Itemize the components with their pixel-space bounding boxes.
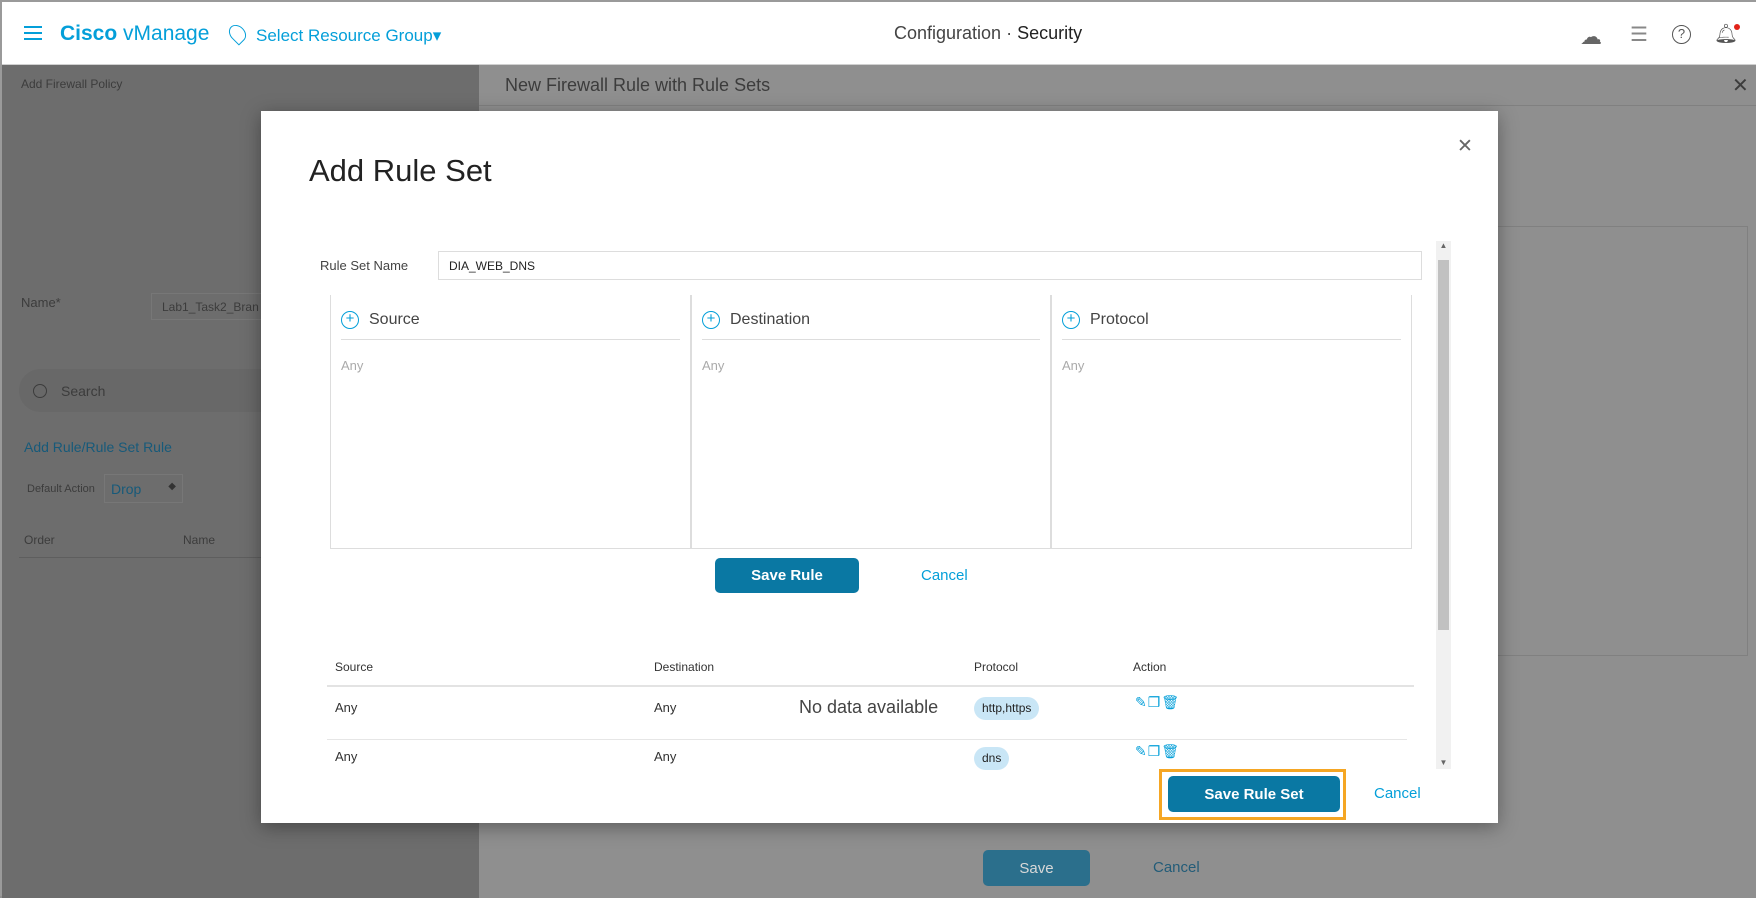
page-title: Configuration · Security [894,23,1083,43]
column-order[interactable]: Order [24,533,55,547]
name-input[interactable]: Lab1_Task2_Bran [151,293,271,320]
scrollbar-thumb[interactable] [1438,260,1449,630]
th-source: Source [335,660,374,674]
app-logo[interactable]: Cisco vManage [60,22,209,46]
row2-actions: ✎❐🗑︎ [1135,743,1180,760]
cancel-button[interactable]: Cancel [1153,859,1200,876]
menu-icon[interactable] [24,26,42,40]
default-action-label: Default Action [27,483,95,495]
edit-icon[interactable]: ✎ [1135,694,1148,710]
top-bar: Cisco vManage Select Resource Group▾ Con… [2,2,1756,65]
row2-protocol-badge: dns [974,747,1010,770]
background-box [1498,226,1748,656]
add-protocol-icon[interactable]: + [1062,311,1080,329]
th-destination: Destination [654,660,715,674]
divider [479,105,1756,106]
location-pin-icon [225,21,250,46]
th-protocol: Protocol [974,660,1019,674]
list-icon[interactable]: ☰ [1630,22,1648,47]
save-button[interactable]: Save [983,850,1090,886]
help-icon[interactable]: ? [1672,25,1691,44]
copy-icon[interactable]: ❐ [1148,743,1162,759]
scrollbar[interactable]: ▲ ▼ [1436,241,1451,769]
panel-title: Add Firewall Policy [21,77,123,91]
divider [327,739,1407,740]
close-icon[interactable]: ✕ [1457,135,1473,158]
default-action-select[interactable]: Drop ◆ [104,474,183,503]
rule-set-name-label: Rule Set Name [320,258,409,273]
source-column: + Source Any [330,295,691,549]
cancel-rule-set-button[interactable]: Cancel [1374,785,1421,802]
destination-column: + Destination Any [691,295,1051,549]
add-rule-dropdown[interactable]: Add Rule/Rule Set Rule [24,439,172,455]
row2-destination: Any [654,749,677,764]
column-name[interactable]: Name [183,533,215,547]
row2-source: Any [335,749,358,764]
add-source-icon[interactable]: + [341,311,359,329]
row1-destination: Any [654,700,677,715]
trash-icon[interactable]: 🗑︎ [1161,743,1180,759]
divider [327,685,1414,687]
resource-group-dropdown[interactable]: Select Resource Group▾ [256,26,441,46]
search-icon [33,383,47,398]
row1-protocol-badge: http,https [974,697,1040,720]
no-data-text: No data available [799,697,939,717]
modal-title: Add Rule Set [309,153,492,188]
th-action: Action [1133,660,1167,674]
cancel-rule-button[interactable]: Cancel [921,567,968,584]
panel-title: New Firewall Rule with Rule Sets [505,75,771,95]
row1-actions: ✎❐🗑︎ [1135,694,1180,711]
name-label: Name* [21,295,61,310]
add-destination-icon[interactable]: + [702,311,720,329]
close-icon[interactable]: ✕ [1732,73,1749,98]
bell-icon[interactable]: 🔔︎ [1714,22,1741,46]
rule-set-name-input[interactable]: DIA_WEB_DNS [438,251,1422,280]
copy-icon[interactable]: ❐ [1148,694,1162,710]
trash-icon[interactable]: 🗑︎ [1161,694,1180,710]
edit-icon[interactable]: ✎ [1135,743,1148,759]
save-rule-button[interactable]: Save Rule [715,558,859,593]
add-rule-set-modal: Add Rule Set ✕ Rule Set Name DIA_WEB_DNS… [261,111,1498,823]
cloud-icon[interactable]: ☁ [1580,24,1602,50]
protocol-column: + Protocol Any [1051,295,1412,549]
save-rule-set-button[interactable]: Save Rule Set [1168,776,1340,812]
row1-source: Any [335,700,358,715]
